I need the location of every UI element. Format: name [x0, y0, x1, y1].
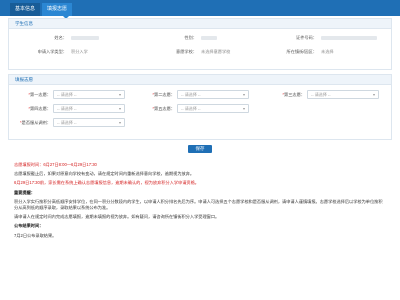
notice-section: 志愿填报时间：6月27日8:00—6月29日17:30 志愿填报截止后，如果对原… — [14, 162, 386, 242]
choice-2-label: *第二志愿： — [152, 92, 175, 97]
choice-row-1: *第一志愿： -- 请选择 -- ▾ *第二志愿： -- 请选择 -- ▾ *第三志… — [9, 89, 393, 101]
notice-deadline: 志愿填报时间：6月27日8:00—6月29日17:30 — [14, 162, 97, 167]
choice-row-2: *第四志愿： -- 请选择 -- ▾ *第五志愿： -- 请选择 -- ▾ — [9, 103, 393, 115]
gender-value — [201, 36, 217, 40]
id-value — [321, 36, 377, 40]
choice-2-select[interactable]: -- 请选择 -- ▾ — [177, 90, 249, 99]
id-label: 证件号码： — [296, 35, 317, 40]
save-button[interactable]: 保存 — [188, 145, 212, 153]
tab-basic-info[interactable]: 基本信息 — [10, 3, 41, 16]
district-label: 所在镇街/园区： — [286, 49, 317, 54]
apply-type-label: 申请入学类型： — [37, 49, 67, 54]
chevron-down-icon: ▾ — [372, 92, 375, 97]
choice-5-select[interactable]: -- 请选择 -- ▾ — [177, 104, 249, 113]
choice-3-select[interactable]: -- 请选择 -- ▾ — [307, 90, 379, 99]
choice-row-3: *是否服从调剂： -- 请选择 -- ▾ — [9, 117, 393, 129]
notice-paragraph-3: 7月2日公布录取结果。 — [14, 232, 57, 238]
choice-panel: 填报志愿 *第一志愿： -- 请选择 -- ▾ *第二志愿： -- 请选择 -- ▾… — [8, 74, 392, 140]
chevron-down-icon: ▾ — [118, 120, 121, 125]
choice-panel-title: 填报志愿 — [9, 75, 391, 85]
apply-type-value: 积分入学 — [71, 49, 88, 54]
chevron-down-icon: ▾ — [118, 106, 121, 111]
school-label: 意愿学校： — [176, 49, 197, 54]
notice-confirm: 6月29日17:30前，家长需在系统上确认志愿填报信息，逾期未确认的，视为放弃积… — [14, 180, 199, 186]
choice-1-label: *第一志愿： — [28, 92, 51, 97]
student-info-panel: 学生信息 姓名： 性别： 证件号码： 申请入学类型： 积分入学 意愿学校： 未选… — [8, 18, 392, 70]
adjust-select[interactable]: -- 请选择 -- ▾ — [53, 118, 125, 127]
school-value: 未选择意愿学校 — [201, 49, 231, 54]
name-value — [71, 36, 99, 40]
choice-5-label: *第五志愿： — [152, 106, 175, 111]
gender-label: 性别： — [184, 35, 197, 40]
chevron-down-icon: ▾ — [242, 92, 245, 97]
choice-4-select[interactable]: -- 请选择 -- ▾ — [53, 104, 125, 113]
district-value: 未选择 — [321, 49, 334, 54]
info-row-2: 申请入学类型： 积分入学 意愿学校： 未选择意愿学校 所在镇街/园区： 未选择 — [9, 47, 393, 57]
name-label: 姓名： — [54, 35, 67, 40]
choice-1-select[interactable]: -- 请选择 -- ▾ — [53, 90, 125, 99]
notice-title-important: 重要提醒： — [14, 189, 35, 195]
adjust-label: *是否服从调剂： — [20, 120, 51, 125]
notice-title-result: 公布结果时间： — [14, 223, 44, 229]
choice-3-label: *第三志愿： — [282, 92, 305, 97]
choice-4-label: *第四志愿： — [28, 106, 51, 111]
chevron-down-icon: ▾ — [118, 92, 121, 97]
notice-paragraph-1: 积分入学实行按积分高低顺序安排学位，在同一积分分数段内的学生，以申请人积分排名先… — [14, 198, 383, 211]
notice-change: 志愿填报截止后，如果对原意向学校有变动，请在规定时间内重新选择意向学校，逾期视为… — [14, 171, 195, 177]
student-info-title: 学生信息 — [9, 19, 391, 29]
info-row-1: 姓名： 性别： 证件号码： — [9, 33, 393, 43]
notice-paragraph-2: 请申请人在规定时间内完成志愿填报，逾期未填报的视为放弃。如有疑问，请咨询所在镇街… — [14, 214, 220, 220]
chevron-down-icon: ▾ — [242, 106, 245, 111]
